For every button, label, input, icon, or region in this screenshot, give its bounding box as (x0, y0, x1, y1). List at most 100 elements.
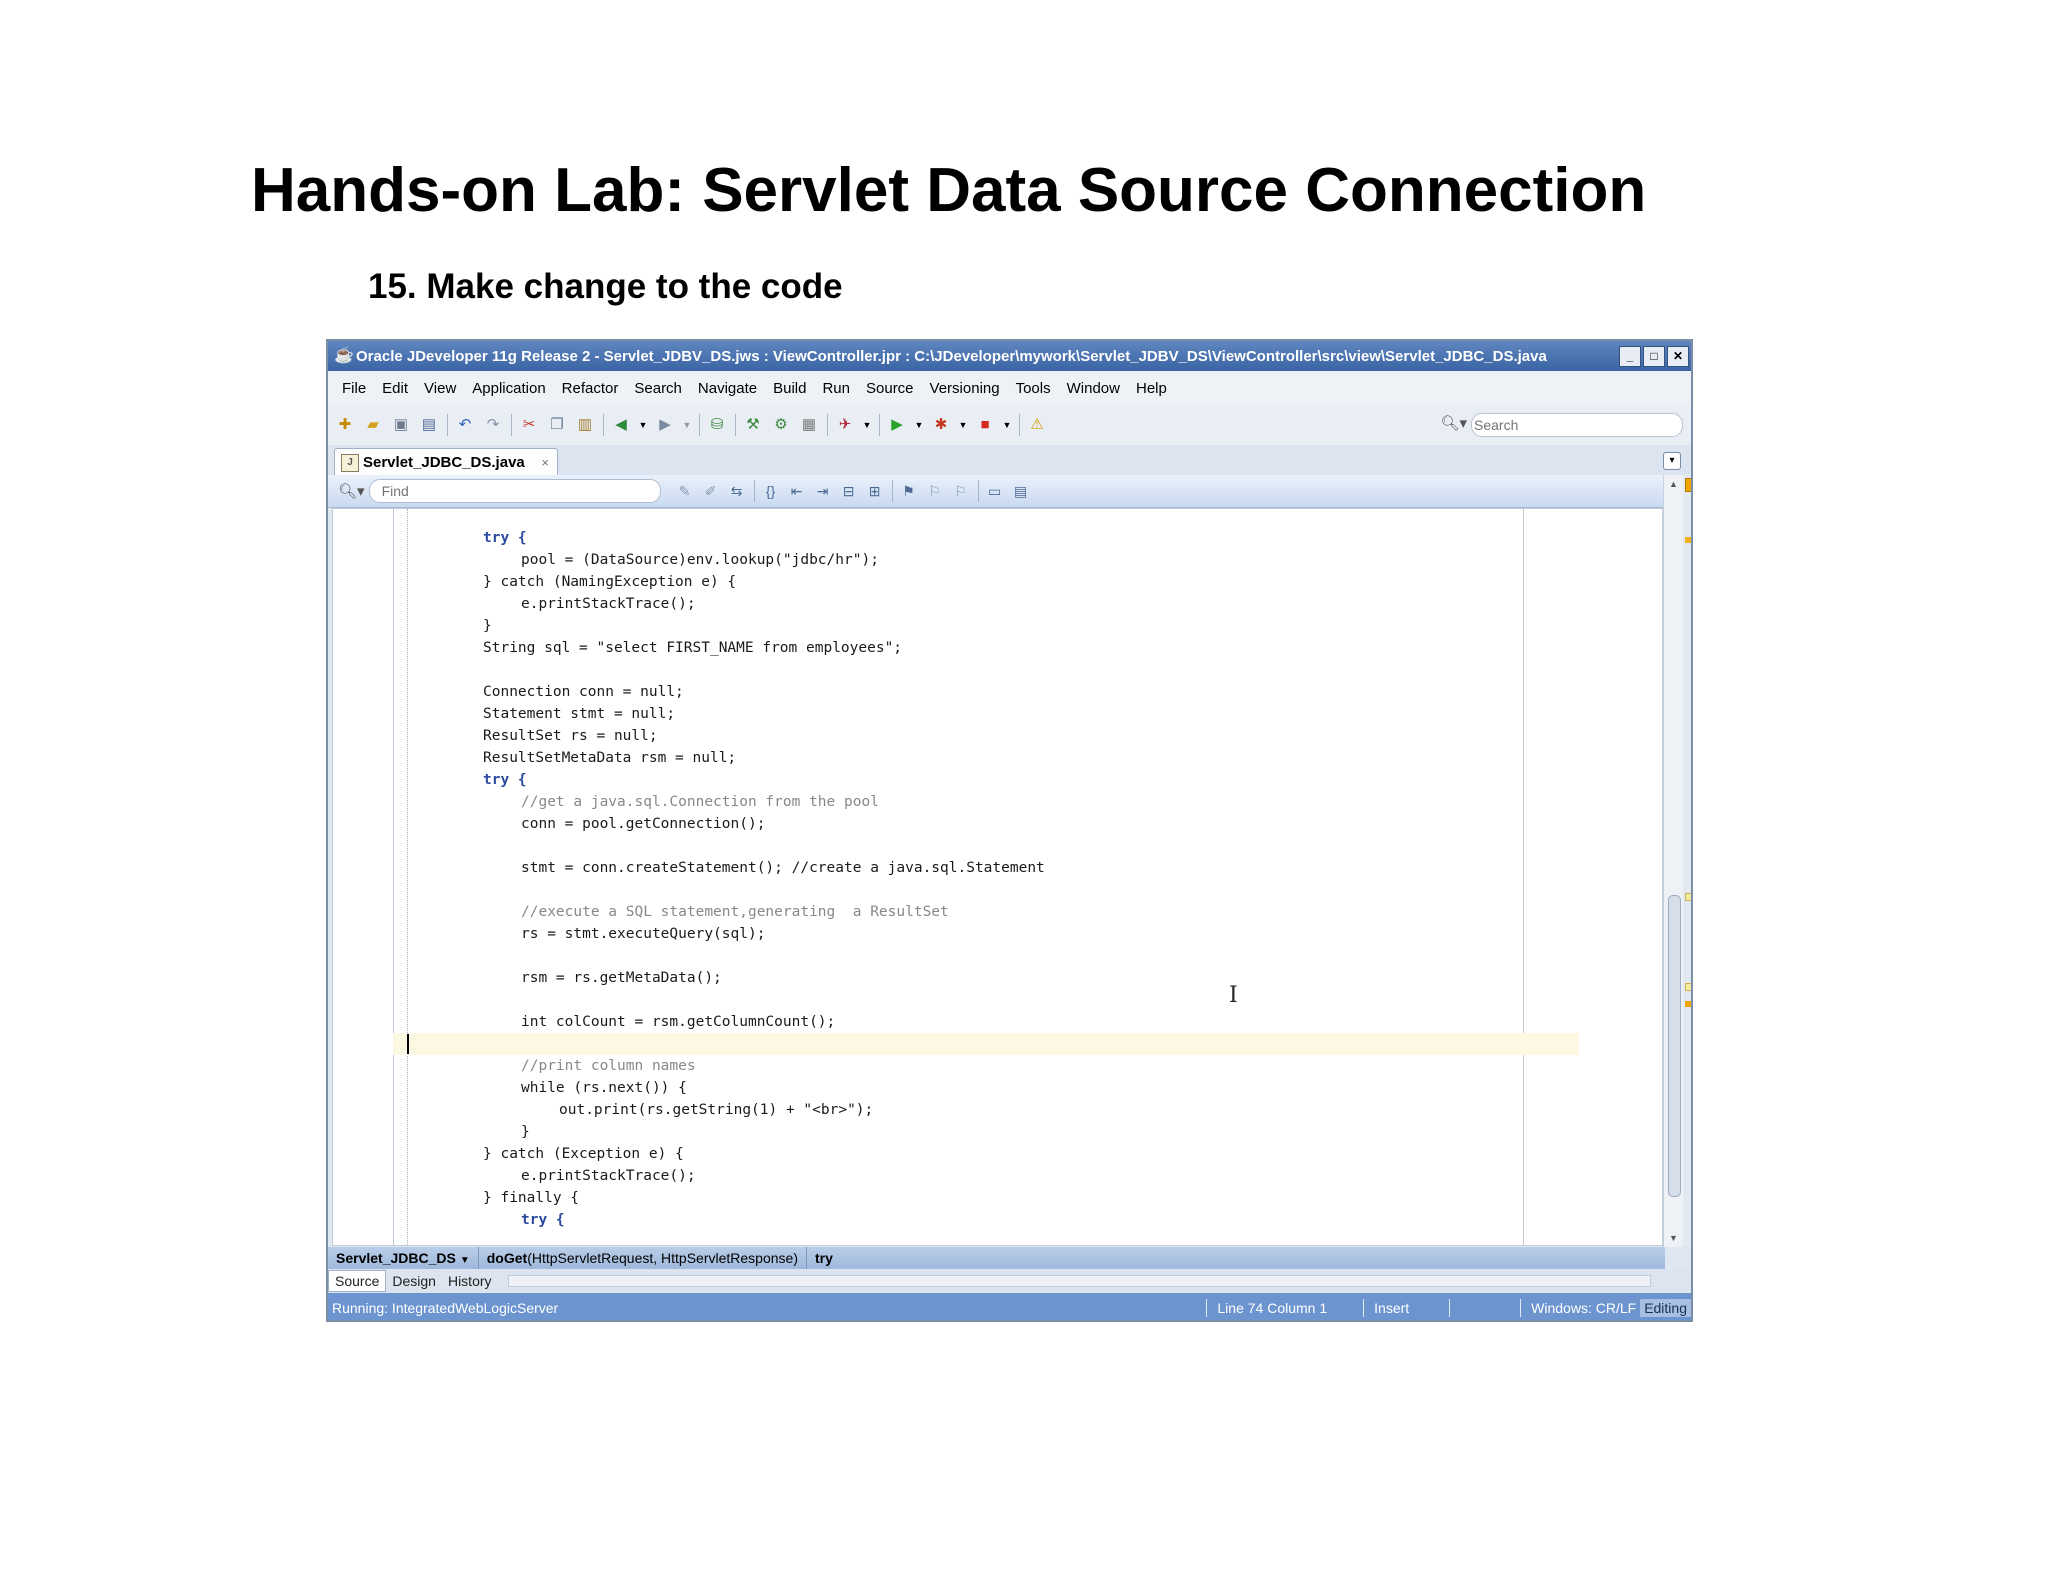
tab-servlet-jdbc-ds-java[interactable]: J Servlet_JDBC_DS.java × (334, 448, 558, 476)
cut-icon[interactable]: ✂ (518, 414, 540, 436)
tab-design[interactable]: Design (386, 1271, 442, 1291)
stop-icon[interactable]: ■ (974, 414, 996, 436)
chevron-down-icon[interactable]: ▼ (638, 414, 648, 436)
breadcrumb-method[interactable]: doGet(HttpServletRequest, HttpServletRes… (479, 1247, 807, 1269)
chevron-down-icon[interactable]: ▼ (682, 414, 692, 436)
find-input[interactable] (379, 482, 634, 500)
search-icon[interactable]: 🔍︎▾ (1440, 414, 1467, 432)
maximize-button[interactable]: □ (1643, 345, 1665, 367)
menu-versioning[interactable]: Versioning (930, 380, 1000, 397)
code-line: ResultSet rs = null; (483, 728, 658, 744)
tab-close-icon[interactable]: × (541, 455, 549, 470)
save-icon[interactable]: ▣ (390, 414, 412, 436)
new-icon[interactable]: ✚ (334, 414, 356, 436)
breadcrumb-block[interactable]: try (807, 1247, 841, 1269)
menu-navigate[interactable]: Navigate (698, 380, 757, 397)
menu-edit[interactable]: Edit (382, 380, 408, 397)
menu-view[interactable]: View (424, 380, 456, 397)
window-title: Oracle JDeveloper 11g Release 2 - Servle… (356, 347, 1547, 365)
chevron-down-icon[interactable]: ▼ (460, 1255, 470, 1266)
split-view-icon[interactable]: ▭ (985, 481, 1005, 501)
overview-ruler[interactable] (1683, 475, 1691, 1247)
rebuild-icon[interactable]: ⚙ (770, 414, 792, 436)
scroll-down-icon[interactable]: ▼ (1668, 1233, 1679, 1243)
chevron-down-icon[interactable]: ▼ (862, 414, 872, 436)
overview-marker[interactable] (1685, 1001, 1691, 1007)
braces-icon[interactable]: {} (761, 481, 781, 501)
tab-history[interactable]: History (442, 1271, 498, 1291)
structure-icon[interactable]: ▤ (1011, 481, 1031, 501)
bookmark-icon[interactable]: ⚑ (899, 481, 919, 501)
scroll-thumb[interactable] (1668, 895, 1681, 1197)
find-field[interactable] (368, 479, 661, 503)
debug-icon[interactable]: ✱ (930, 414, 952, 436)
comment-icon[interactable]: ⊟ (839, 481, 859, 501)
editor-horizontal-scrollbar[interactable] (507, 1275, 1651, 1287)
line-gutter[interactable] (333, 509, 394, 1245)
menu-source[interactable]: Source (866, 380, 914, 397)
make-icon[interactable]: ⚒ (742, 414, 764, 436)
chevron-down-icon[interactable]: ▼ (1002, 414, 1012, 436)
uncomment-icon[interactable]: ⊞ (865, 481, 885, 501)
menu-help[interactable]: Help (1136, 380, 1167, 397)
tab-source[interactable]: Source (328, 1270, 387, 1292)
shift-right-icon[interactable]: ⇥ (813, 481, 833, 501)
text-caret (407, 1034, 409, 1054)
global-search-input[interactable] (1472, 416, 1616, 434)
code-line: rsm = rs.getMetaData(); (521, 970, 722, 986)
menu-tools[interactable]: Tools (1016, 380, 1051, 397)
overview-marker[interactable] (1685, 478, 1691, 492)
code-editor[interactable]: try { pool = (DataSource)env.lookup("jdb… (332, 508, 1663, 1246)
editor-vertical-scrollbar[interactable]: ▲ ▼ (1663, 475, 1684, 1247)
code-comment: //execute a SQL statement,generating a R… (521, 904, 949, 920)
copy-icon[interactable]: ❐ (546, 414, 568, 436)
back-icon[interactable]: ◀ (610, 414, 632, 436)
code-line: try { (521, 1209, 565, 1231)
scroll-up-icon[interactable]: ▲ (1668, 479, 1679, 489)
status-cursor-position: Line 74 Column 1 (1217, 1299, 1328, 1316)
highlight-icon[interactable]: ✎ (675, 481, 695, 501)
global-search-field[interactable] (1471, 413, 1683, 437)
tab-list-dropdown-icon[interactable]: ▾ (1663, 452, 1681, 470)
search-icon[interactable]: 🔍︎▾ (338, 482, 365, 500)
close-button[interactable]: ✕ (1667, 345, 1689, 367)
clean-icon[interactable]: ▦ (798, 414, 820, 436)
breadcrumb-class[interactable]: Servlet_JDBC_DS ▼ (328, 1247, 479, 1269)
shift-left-icon[interactable]: ⇤ (787, 481, 807, 501)
chevron-down-icon[interactable]: ▼ (914, 414, 924, 436)
status-line-endings: Windows: CR/LF (1531, 1299, 1637, 1316)
code-line: } (483, 618, 492, 634)
chevron-down-icon[interactable]: ▼ (958, 414, 968, 436)
next-bookmark-icon[interactable]: ⚐ (951, 481, 971, 501)
menu-file[interactable]: File (342, 380, 366, 397)
overview-marker[interactable] (1685, 983, 1691, 991)
menu-search[interactable]: Search (634, 380, 682, 397)
menu-build[interactable]: Build (773, 380, 806, 397)
menu-run[interactable]: Run (822, 380, 850, 397)
sql-worksheet-icon[interactable]: ⛁ (706, 414, 728, 436)
right-margin-line (1523, 509, 1524, 1245)
deploy-icon[interactable]: ✈ (834, 414, 856, 436)
code-line: conn = pool.getConnection(); (521, 816, 766, 832)
menu-window[interactable]: Window (1067, 380, 1120, 397)
open-folder-icon[interactable]: ▰ (362, 414, 384, 436)
overview-marker[interactable] (1685, 893, 1691, 901)
highlight-clear-icon[interactable]: ✐ (701, 481, 721, 501)
whitespace-icon[interactable]: ⇆ (727, 481, 747, 501)
save-all-icon[interactable]: ▤ (418, 414, 440, 436)
paste-icon[interactable]: ▥ (574, 414, 596, 436)
toolbar-divider (827, 414, 828, 436)
menu-application[interactable]: Application (472, 380, 545, 397)
minimize-button[interactable]: _ (1619, 345, 1641, 367)
undo-icon[interactable]: ↶ (454, 414, 476, 436)
status-divider (1520, 1298, 1522, 1317)
redo-icon[interactable]: ↷ (482, 414, 504, 436)
breadcrumb-class-label: Servlet_JDBC_DS (336, 1250, 456, 1266)
menu-refactor[interactable]: Refactor (562, 380, 619, 397)
warning-icon[interactable]: ⚠ (1026, 414, 1048, 436)
overview-marker[interactable] (1685, 537, 1691, 543)
status-insert-mode[interactable]: Insert (1374, 1300, 1409, 1316)
forward-icon[interactable]: ▶ (654, 414, 676, 436)
previous-bookmark-icon[interactable]: ⚐ (925, 481, 945, 501)
run-icon[interactable]: ▶ (886, 414, 908, 436)
